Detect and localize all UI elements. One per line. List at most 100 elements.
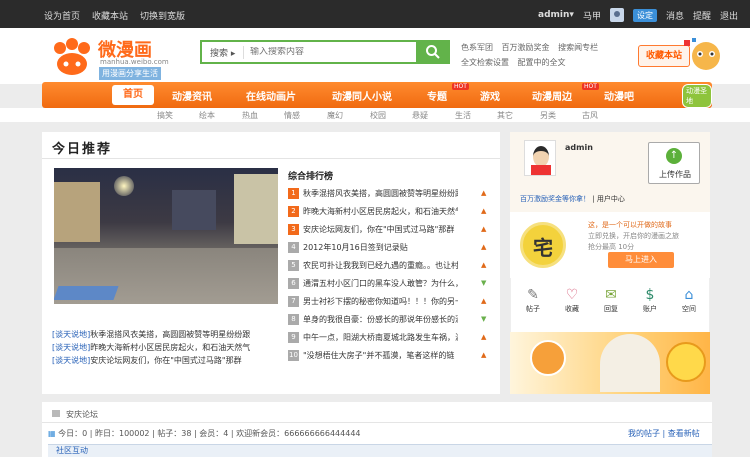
arrow-down-icon: ▼ (481, 279, 487, 287)
nav-merch[interactable]: 动漫周边 (532, 88, 572, 103)
rank-title[interactable]: 昨晚大海新村小区居民房起火，和石油天然气 (303, 206, 458, 217)
genre-link[interactable]: 生活 (455, 110, 471, 121)
genre-link[interactable]: 热血 (242, 110, 258, 121)
hot-link[interactable]: 百万激励奖金 (502, 43, 550, 52)
ranking-item[interactable]: 7 男士衬衫下摆的秘密你知道吗！！！你的另一半 ▲ (288, 294, 486, 312)
shortcut-favorites[interactable]: ♡ 收藏 (557, 286, 587, 326)
switch-wide-link[interactable]: 切换到宽版 (140, 9, 185, 22)
notifications-link[interactable]: 提醒 (693, 9, 711, 22)
arrow-down-icon: ▼ (481, 315, 487, 323)
genre-link[interactable]: 悬疑 (412, 110, 428, 121)
caption-link[interactable]: [谈天说地]昨晚大海新村小区居民房起火，和石油天然气 (52, 341, 250, 354)
nav-home[interactable]: 首页 (112, 85, 154, 105)
ranking-item[interactable]: 8 单身的我很自豪：份感长的那说年份感长的酒 ▼ (288, 312, 486, 330)
rank-title[interactable]: 男士衬衫下摆的秘密你知道吗！！！你的另一半 (303, 296, 458, 307)
hot-link[interactable]: 配置中的全文 (518, 58, 566, 67)
caption-link[interactable]: [谈天说地]秋季混搭风衣美搭，高圆圆被赞等明星纷纷跟 (52, 328, 250, 341)
otaku-badge[interactable]: 宅 (520, 222, 566, 268)
rank-title[interactable]: 2012年10月16日签到记录贴 (303, 242, 458, 253)
nav-games[interactable]: 游戏 (480, 88, 500, 103)
breadcrumb-forum[interactable]: 安庆论坛 (66, 410, 98, 419)
sidebar-username[interactable]: admin (565, 143, 593, 152)
ranking-item[interactable]: 2 昨晚大海新村小区居民房起火，和石油天然气 ▲ (288, 204, 486, 222)
ranking-item[interactable]: 3 安庆论坛网友们，你在"中国式过马路"那群 ▲ (288, 222, 486, 240)
hot-search-links: 色系军团 百万激励奖金 搜索闻专栏 全文检索设置 配置中的全文 (461, 40, 604, 70)
arrow-up-icon: ▲ (481, 225, 487, 233)
upload-button[interactable]: ↑ 上传作品 (648, 142, 700, 184)
my-posts-link[interactable]: 我的帖子 (628, 429, 660, 438)
forum-zone-header[interactable]: 社区互动 (48, 444, 712, 457)
ranking-item[interactable]: 6 通渭五村小区门口的黑车没人敢管？为什么， ▼ (288, 276, 486, 294)
nav-online-anime[interactable]: 在线动画片 (246, 88, 296, 103)
set-homepage-link[interactable]: 设为首页 (44, 9, 80, 22)
shortcut-space[interactable]: ⌂ 空间 (674, 286, 704, 326)
rank-title[interactable]: 通渭五村小区门口的黑车没人敢管？为什么， (303, 278, 458, 289)
anime-holyland-tag[interactable]: 动漫圣地 (682, 84, 712, 108)
genre-link[interactable]: 古风 (582, 110, 598, 121)
ranking-item[interactable]: 1 秋季混搭风衣美搭，高圆圆被赞等明星纷纷跟 ▲ (288, 186, 486, 204)
messages-link[interactable]: 消息 (666, 9, 684, 22)
enter-now-button[interactable]: 马上进入 (608, 252, 674, 268)
genre-link[interactable]: 校园 (370, 110, 386, 121)
ranking-item[interactable]: 4 2012年10月16日签到记录贴 ▲ (288, 240, 486, 258)
shortcut-posts[interactable]: ✎ 帖子 (518, 286, 548, 326)
genre-link[interactable]: 魔幻 (327, 110, 343, 121)
ranking-item[interactable]: 10 "没想梧住大房子"并不孤漠，笔者这样的链 ▲ (288, 348, 486, 366)
nav-anime-bar[interactable]: 动漫吧 (604, 88, 634, 103)
rank-number: 4 (288, 242, 299, 253)
user-center-link[interactable]: | 用户中心 (592, 195, 625, 203)
top-left-links: 设为首页 收藏本站 切换到宽版 (44, 9, 185, 22)
featured-photo[interactable] (54, 168, 278, 304)
new-posts-link[interactable]: 查看新帖 (668, 429, 700, 438)
search-category-select[interactable]: 搜索 ▸ (202, 45, 244, 59)
settings-badge[interactable]: 设定 (632, 8, 657, 22)
caption-link[interactable]: [谈天说地]安庆论坛网友们，你在"中国式过马路"那群 (52, 354, 250, 367)
top-right-links: admin▾ 马甲 设定 消息 提醒 退出 (538, 8, 738, 22)
comic-banner[interactable] (510, 332, 710, 394)
logout-link[interactable]: 退出 (720, 9, 738, 22)
rank-title[interactable]: 中午一点，阳湖大桥南夏城北路发生车祸，满 (303, 332, 458, 343)
shortcut-replies[interactable]: ✉ 回复 (596, 286, 626, 326)
avatar[interactable] (524, 140, 556, 176)
genre-link[interactable]: 搞笑 (157, 110, 173, 121)
bookmark-site-link[interactable]: 收藏本站 (92, 9, 128, 22)
divider (42, 158, 500, 159)
ranking-item[interactable]: 5 农民可扑让我我到已经九遇的重瘾。。也让村 ▲ (288, 258, 486, 276)
rank-number: 6 (288, 278, 299, 289)
genre-link[interactable]: 情感 (284, 110, 300, 121)
horse-account-link[interactable]: 马甲 (583, 9, 601, 22)
rank-title[interactable]: 农民可扑让我我到已经九遇的重瘾。。也让村 (303, 260, 458, 271)
rank-title[interactable]: 单身的我很自豪：份感长的那说年份感长的酒 (303, 314, 458, 325)
home-icon[interactable] (52, 410, 60, 417)
site-slogan: 用漫画分享生活 (99, 67, 161, 80)
search-button[interactable] (416, 40, 450, 64)
hot-link[interactable]: 色系军团 (461, 43, 493, 52)
shortcut-account[interactable]: $ 账户 (635, 286, 665, 326)
site-url: manhua.weibo.com (100, 58, 169, 66)
pencil-icon: ✎ (527, 287, 539, 303)
arrow-up-icon: ▲ (481, 351, 487, 359)
arrow-up-icon: ▲ (481, 243, 487, 251)
search-icon (426, 45, 440, 59)
nav-fan-fiction[interactable]: 动漫同人小说 (332, 88, 392, 103)
nav-anime-news[interactable]: 动漫资讯 (172, 88, 212, 103)
genre-link[interactable]: 另类 (540, 110, 556, 121)
hot-link[interactable]: 搜索闻专栏 (558, 43, 598, 52)
hot-link[interactable]: 全文检索设置 (461, 58, 509, 67)
heart-icon: ♡ (565, 287, 579, 303)
divider (42, 422, 712, 423)
genre-subnav: 搞笑 绘本 热血 情感 魔幻 校园 悬疑 生活 其它 另类 古风 (0, 108, 750, 122)
ranking-item[interactable]: 9 中午一点，阳湖大桥南夏城北路发生车祸，满 ▲ (288, 330, 486, 348)
arrow-up-icon: ▲ (481, 261, 487, 269)
rank-title[interactable]: 安庆论坛网友们，你在"中国式过马路"那群 (303, 224, 458, 235)
hot-badge: HOT (582, 83, 599, 90)
paw-logo-icon[interactable] (50, 38, 94, 76)
genre-link[interactable]: 其它 (497, 110, 513, 121)
incentive-link[interactable]: 百万激励奖金等你拿！ (520, 195, 590, 203)
nav-topics[interactable]: 专题 (427, 88, 447, 103)
mini-avatar[interactable] (609, 8, 624, 22)
genre-link[interactable]: 绘本 (199, 110, 215, 121)
username-link[interactable]: admin▾ (538, 10, 574, 20)
rank-title[interactable]: "没想梧住大房子"并不孤漠，笔者这样的链 (303, 350, 458, 361)
rank-title[interactable]: 秋季混搭风衣美搭，高圆圆被赞等明星纷纷跟 (303, 188, 458, 199)
